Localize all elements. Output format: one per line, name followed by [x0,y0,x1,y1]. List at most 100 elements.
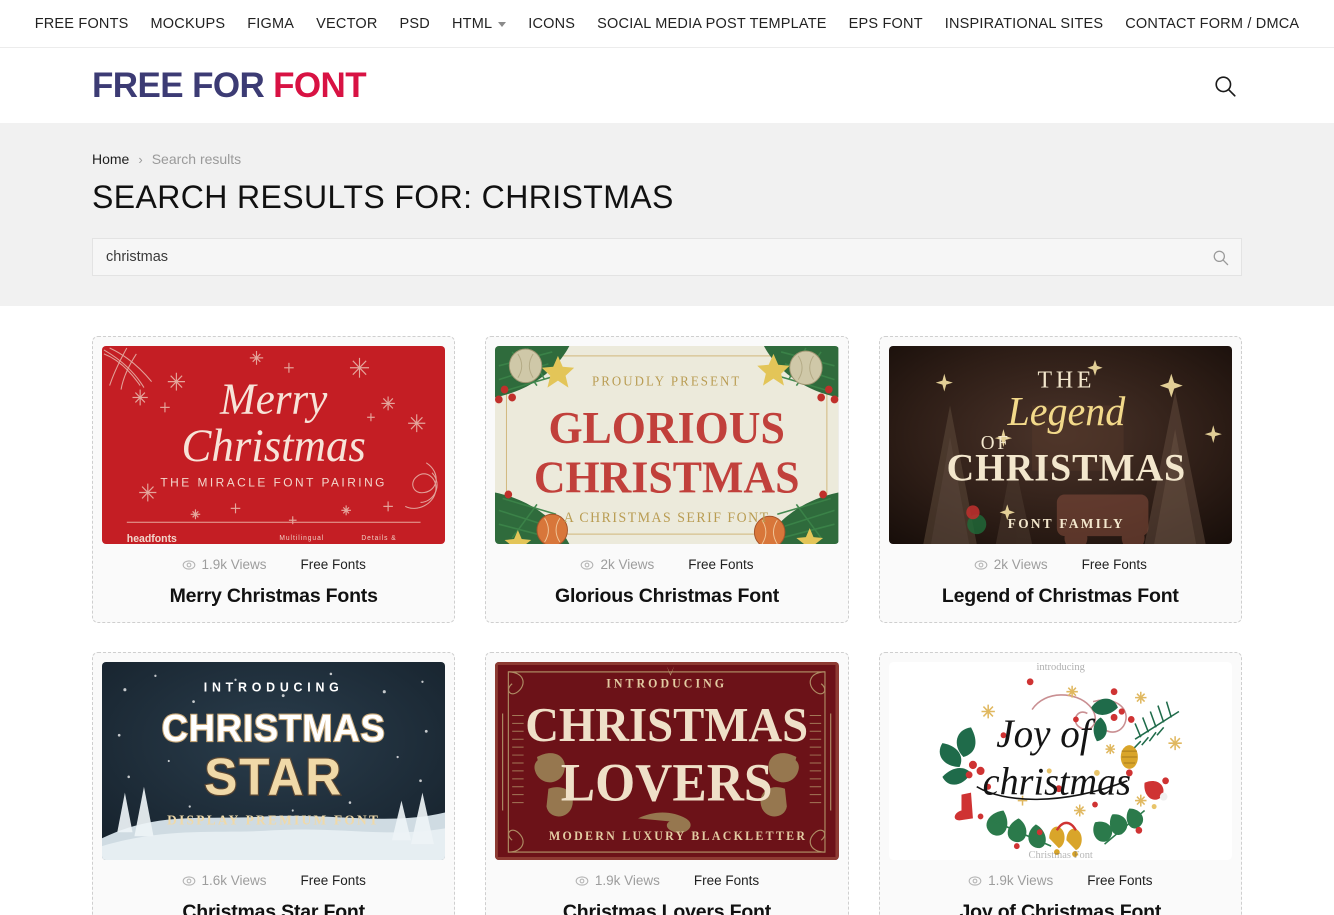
svg-text:Christmas: Christmas [182,419,366,471]
view-count: 1.9k Views [968,873,1053,888]
category-link[interactable]: Free Fonts [1087,873,1152,888]
thumbnail-artwork-joy-of-christmas: introducing Joy of christmas Christmas F… [888,662,1232,860]
nav-item-label: EPS FONT [848,15,923,32]
results-grid: Merry Christmas THE MIRACLE FONT PAIRING… [92,336,1242,915]
result-thumbnail[interactable]: INTRODUCING CHRISTMAS STAR DISPLAY PREMI… [102,662,446,860]
result-title[interactable]: Christmas Star Font [102,901,445,915]
nav-item-psd[interactable]: PSD [389,16,441,32]
logo-text-primary: FREE FOR [92,66,265,105]
svg-text:headfonts: headfonts [127,533,177,544]
svg-text:INTRODUCING: INTRODUCING [204,680,344,694]
search-form [92,238,1242,276]
result-meta: 2k Views Free Fonts [889,557,1232,572]
site-logo[interactable]: FREE FOR FONT [92,66,367,105]
eye-icon [581,559,594,570]
svg-text:MODERN LUXURY BLACKLETTER: MODERN LUXURY BLACKLETTER [549,829,807,843]
result-thumbnail[interactable]: THE Legend OF CHRISTMAS FONT FAMILY [888,346,1232,544]
view-count: 1.9k Views [182,557,267,572]
result-meta: 1.9k Views Free Fonts [495,873,838,888]
eye-icon [575,875,589,886]
result-meta: 1.6k Views Free Fonts [102,873,445,888]
svg-text:CHRISTMAS: CHRISTMAS [526,699,809,752]
header-search-button[interactable] [1208,69,1242,103]
svg-text:Multilingual: Multilingual [279,535,324,542]
search-input[interactable] [93,239,1241,275]
category-link[interactable]: Free Fonts [688,557,753,572]
thumbnail-artwork-christmas-star: INTRODUCING CHRISTMAS STAR DISPLAY PREMI… [102,662,446,860]
result-thumbnail[interactable]: INTRODUCING CHRISTMAS LOVERS MODERN LUXU… [495,662,839,860]
nav-item-icons[interactable]: ICONS [517,16,586,32]
result-title[interactable]: Joy of Christmas Font [889,901,1232,915]
svg-text:STAR: STAR [204,748,343,806]
site-header: FREE FOR FONT [0,48,1334,123]
result-meta: 1.9k Views Free Fonts [102,557,445,572]
svg-text:CHRISTMAS: CHRISTMAS [534,452,800,503]
nav-item-social-media-post-template[interactable]: SOCIAL MEDIA POST TEMPLATE [586,16,837,32]
search-icon [1215,75,1236,97]
view-count-label: 1.9k Views [988,873,1054,888]
result-card[interactable]: INTRODUCING CHRISTMAS STAR DISPLAY PREMI… [92,652,456,915]
view-count-label: 2k Views [993,557,1048,572]
nav-item-mockups[interactable]: MOCKUPS [140,16,237,32]
nav-item-label: PSD [399,15,430,32]
view-count: 1.9k Views [575,873,660,888]
result-card[interactable]: THE Legend OF CHRISTMAS FONT FAMILY 2k V… [878,336,1242,623]
svg-text:CHRISTMAS: CHRISTMAS [946,446,1186,490]
svg-text:GLORIOUS: GLORIOUS [549,402,785,453]
nav-item-eps-font[interactable]: EPS FONT [838,16,934,32]
svg-text:introducing: introducing [1036,662,1085,673]
result-title[interactable]: Christmas Lovers Font [495,901,838,915]
svg-text:INTRODUCING: INTRODUCING [607,677,728,691]
nav-item-label: CONTACT FORM / DMCA [1125,15,1300,32]
svg-text:Joy of: Joy of [996,710,1095,756]
thumbnail-artwork-legend-of-christmas: THE Legend OF CHRISTMAS FONT FAMILY [888,346,1232,544]
nav-item-label: FREE FONTS [34,15,129,32]
svg-text:Details &: Details & [361,535,396,542]
result-thumbnail[interactable]: introducing Joy of christmas Christmas F… [888,662,1232,860]
nav-item-free-fonts[interactable]: FREE FONTS [35,16,140,32]
eye-icon [968,875,982,886]
result-card[interactable]: Merry Christmas THE MIRACLE FONT PAIRING… [92,336,456,623]
view-count-label: 1.9k Views [201,557,267,572]
svg-text:Merry: Merry [219,375,328,424]
category-link[interactable]: Free Fonts [1082,557,1147,572]
category-link[interactable]: Free Fonts [301,557,366,572]
nav-item-html[interactable]: HTML [441,16,517,32]
nav-item-label: MOCKUPS [150,15,226,32]
result-title[interactable]: Glorious Christmas Font [495,585,838,608]
result-meta: 1.9k Views Free Fonts [889,873,1232,888]
search-submit-button[interactable] [1209,246,1231,268]
result-meta: 2k Views Free Fonts [495,557,838,572]
thumbnail-artwork-merry-christmas: Merry Christmas THE MIRACLE FONT PAIRING… [102,346,446,544]
svg-text:Christmas Font: Christmas Font [1028,849,1092,860]
result-title[interactable]: Legend of Christmas Font [889,585,1232,608]
nav-item-figma[interactable]: FIGMA [236,16,305,32]
view-count-label: 1.6k Views [201,873,267,888]
nav-list: FREE FONTS MOCKUPS FIGMA VECTOR PSD HTML… [35,16,1300,32]
svg-text:PROUDLY PRESENT: PROUDLY PRESENT [592,373,741,388]
svg-text:DISPLAY PREMIUM FONT: DISPLAY PREMIUM FONT [167,812,380,827]
svg-text:FONT FAMILY: FONT FAMILY [1007,516,1124,531]
chevron-down-icon [498,22,507,27]
result-card[interactable]: introducing Joy of christmas Christmas F… [878,652,1242,915]
search-results-content: Merry Christmas THE MIRACLE FONT PAIRING… [0,306,1334,915]
svg-text:CHRISTMAS: CHRISTMAS [162,708,386,750]
view-count-label: 1.9k Views [594,873,660,888]
view-count-label: 2k Views [600,557,655,572]
result-card[interactable]: PROUDLY PRESENT GLORIOUS CHRISTMAS A CHR… [485,336,849,623]
breadcrumb: Home › Search results [92,151,1242,167]
nav-item-contact-form-dmca[interactable]: CONTACT FORM / DMCA [1114,16,1299,32]
breadcrumb-home[interactable]: Home [92,151,129,167]
eye-icon [182,559,195,570]
category-link[interactable]: Free Fonts [301,873,366,888]
result-card[interactable]: INTRODUCING CHRISTMAS LOVERS MODERN LUXU… [485,652,849,915]
nav-item-vector[interactable]: VECTOR [305,16,388,32]
category-link[interactable]: Free Fonts [694,873,759,888]
nav-item-label: FIGMA [247,15,295,32]
result-thumbnail[interactable]: PROUDLY PRESENT GLORIOUS CHRISTMAS A CHR… [495,346,839,544]
result-thumbnail[interactable]: Merry Christmas THE MIRACLE FONT PAIRING… [102,346,446,544]
eye-icon [182,875,195,886]
nav-item-label: INSPIRATIONAL SITES [944,15,1104,32]
result-title[interactable]: Merry Christmas Fonts [102,585,445,608]
nav-item-inspirational-sites[interactable]: INSPIRATIONAL SITES [934,16,1115,32]
